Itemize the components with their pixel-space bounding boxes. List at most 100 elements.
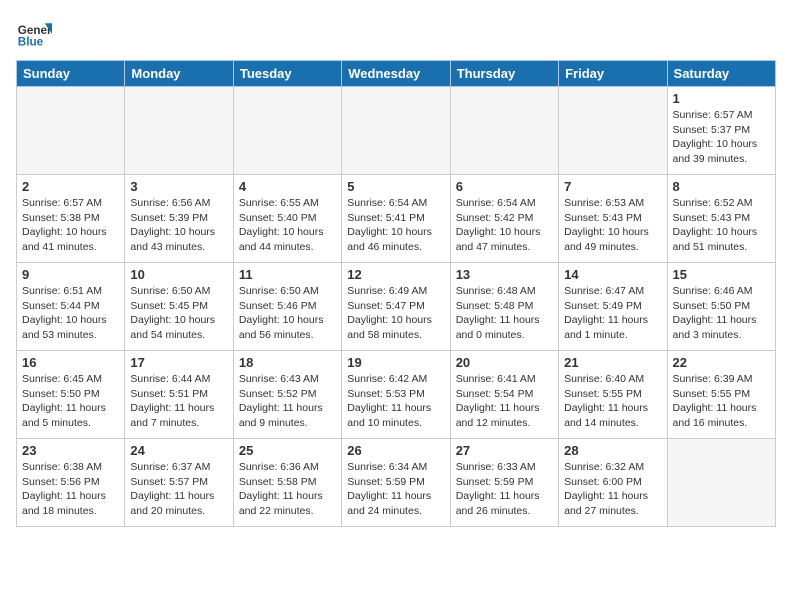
calendar-cell: 9 Sunrise: 6:51 AM Sunset: 5:44 PM Daylig… xyxy=(17,263,125,351)
weekday-header-row: SundayMondayTuesdayWednesdayThursdayFrid… xyxy=(17,61,776,87)
calendar-cell: 13 Sunrise: 6:48 AM Sunset: 5:48 PM Dayli… xyxy=(450,263,558,351)
weekday-header-thursday: Thursday xyxy=(450,61,558,87)
logo: General Blue xyxy=(16,16,56,52)
calendar-cell xyxy=(450,87,558,175)
calendar-cell xyxy=(667,439,775,527)
day-info: Sunrise: 6:39 AM Sunset: 5:55 PM Dayligh… xyxy=(673,372,770,431)
calendar-cell: 14 Sunrise: 6:47 AM Sunset: 5:49 PM Dayli… xyxy=(559,263,667,351)
calendar-cell: 5 Sunrise: 6:54 AM Sunset: 5:41 PM Daylig… xyxy=(342,175,450,263)
day-number: 10 xyxy=(130,267,227,282)
day-info: Sunrise: 6:45 AM Sunset: 5:50 PM Dayligh… xyxy=(22,372,119,431)
calendar-cell: 26Sunrise: 6:34 AM Sunset: 5:59 PM Dayli… xyxy=(342,439,450,527)
weekday-header-sunday: Sunday xyxy=(17,61,125,87)
calendar-cell: 24 Sunrise: 6:37 AM Sunset: 5:57 PM Dayli… xyxy=(125,439,233,527)
day-number: 1 xyxy=(673,91,770,106)
day-number: 27 xyxy=(456,443,553,458)
calendar-cell: 12 Sunrise: 6:49 AM Sunset: 5:47 PM Dayli… xyxy=(342,263,450,351)
day-number: 12 xyxy=(347,267,444,282)
calendar-cell xyxy=(233,87,341,175)
day-number: 3 xyxy=(130,179,227,194)
day-info: Sunrise: 6:50 AM Sunset: 5:45 PM Dayligh… xyxy=(130,284,227,343)
calendar-cell: 1Sunrise: 6:57 AM Sunset: 5:37 PM Daylig… xyxy=(667,87,775,175)
calendar-cell: 25Sunrise: 6:36 AM Sunset: 5:58 PM Dayli… xyxy=(233,439,341,527)
day-info: Sunrise: 6:38 AM Sunset: 5:56 PM Dayligh… xyxy=(22,460,119,519)
calendar-cell: 2 Sunrise: 6:57 AM Sunset: 5:38 PM Daylig… xyxy=(17,175,125,263)
calendar-cell: 4 Sunrise: 6:55 AM Sunset: 5:40 PM Daylig… xyxy=(233,175,341,263)
calendar-cell xyxy=(125,87,233,175)
day-number: 4 xyxy=(239,179,336,194)
calendar-cell xyxy=(17,87,125,175)
day-number: 2 xyxy=(22,179,119,194)
calendar-cell: 21 Sunrise: 6:40 AM Sunset: 5:55 PM Dayli… xyxy=(559,351,667,439)
day-info: Sunrise: 6:33 AM Sunset: 5:59 PM Dayligh… xyxy=(456,460,553,519)
calendar-cell xyxy=(559,87,667,175)
calendar-cell: 3 Sunrise: 6:56 AM Sunset: 5:39 PM Daylig… xyxy=(125,175,233,263)
day-info: Sunrise: 6:53 AM Sunset: 5:43 PM Dayligh… xyxy=(564,196,661,255)
calendar-cell: 10 Sunrise: 6:50 AM Sunset: 5:45 PM Dayli… xyxy=(125,263,233,351)
weekday-header-tuesday: Tuesday xyxy=(233,61,341,87)
calendar-week-row: 1Sunrise: 6:57 AM Sunset: 5:37 PM Daylig… xyxy=(17,87,776,175)
logo-icon: General Blue xyxy=(16,16,52,52)
calendar-table: SundayMondayTuesdayWednesdayThursdayFrid… xyxy=(16,60,776,527)
day-number: 20 xyxy=(456,355,553,370)
day-info: Sunrise: 6:32 AM Sunset: 6:00 PM Dayligh… xyxy=(564,460,661,519)
calendar-cell: 7 Sunrise: 6:53 AM Sunset: 5:43 PM Daylig… xyxy=(559,175,667,263)
day-info: Sunrise: 6:50 AM Sunset: 5:46 PM Dayligh… xyxy=(239,284,336,343)
page-header: General Blue xyxy=(16,16,776,52)
day-info: Sunrise: 6:52 AM Sunset: 5:43 PM Dayligh… xyxy=(673,196,770,255)
day-info: Sunrise: 6:48 AM Sunset: 5:48 PM Dayligh… xyxy=(456,284,553,343)
day-number: 15 xyxy=(673,267,770,282)
day-number: 17 xyxy=(130,355,227,370)
day-number: 21 xyxy=(564,355,661,370)
day-number: 13 xyxy=(456,267,553,282)
day-number: 14 xyxy=(564,267,661,282)
day-info: Sunrise: 6:40 AM Sunset: 5:55 PM Dayligh… xyxy=(564,372,661,431)
svg-text:Blue: Blue xyxy=(18,36,44,49)
day-info: Sunrise: 6:43 AM Sunset: 5:52 PM Dayligh… xyxy=(239,372,336,431)
calendar-cell: 22 Sunrise: 6:39 AM Sunset: 5:55 PM Dayli… xyxy=(667,351,775,439)
calendar-cell: 6Sunrise: 6:54 AM Sunset: 5:42 PM Daylig… xyxy=(450,175,558,263)
day-number: 8 xyxy=(673,179,770,194)
calendar-cell: 18Sunrise: 6:43 AM Sunset: 5:52 PM Dayli… xyxy=(233,351,341,439)
day-number: 9 xyxy=(22,267,119,282)
day-info: Sunrise: 6:51 AM Sunset: 5:44 PM Dayligh… xyxy=(22,284,119,343)
day-number: 5 xyxy=(347,179,444,194)
day-info: Sunrise: 6:55 AM Sunset: 5:40 PM Dayligh… xyxy=(239,196,336,255)
day-info: Sunrise: 6:49 AM Sunset: 5:47 PM Dayligh… xyxy=(347,284,444,343)
day-info: Sunrise: 6:54 AM Sunset: 5:41 PM Dayligh… xyxy=(347,196,444,255)
day-info: Sunrise: 6:37 AM Sunset: 5:57 PM Dayligh… xyxy=(130,460,227,519)
day-number: 26 xyxy=(347,443,444,458)
calendar-cell: 20 Sunrise: 6:41 AM Sunset: 5:54 PM Dayli… xyxy=(450,351,558,439)
calendar-cell: 11 Sunrise: 6:50 AM Sunset: 5:46 PM Dayli… xyxy=(233,263,341,351)
day-info: Sunrise: 6:36 AM Sunset: 5:58 PM Dayligh… xyxy=(239,460,336,519)
calendar-cell: 28 Sunrise: 6:32 AM Sunset: 6:00 PM Dayli… xyxy=(559,439,667,527)
calendar-cell: 16 Sunrise: 6:45 AM Sunset: 5:50 PM Dayli… xyxy=(17,351,125,439)
weekday-header-saturday: Saturday xyxy=(667,61,775,87)
calendar-week-row: 16 Sunrise: 6:45 AM Sunset: 5:50 PM Dayli… xyxy=(17,351,776,439)
day-number: 6 xyxy=(456,179,553,194)
calendar-cell: 15 Sunrise: 6:46 AM Sunset: 5:50 PM Dayli… xyxy=(667,263,775,351)
day-number: 24 xyxy=(130,443,227,458)
calendar-week-row: 23 Sunrise: 6:38 AM Sunset: 5:56 PM Dayli… xyxy=(17,439,776,527)
day-number: 22 xyxy=(673,355,770,370)
day-number: 23 xyxy=(22,443,119,458)
calendar-week-row: 9 Sunrise: 6:51 AM Sunset: 5:44 PM Daylig… xyxy=(17,263,776,351)
day-info: Sunrise: 6:41 AM Sunset: 5:54 PM Dayligh… xyxy=(456,372,553,431)
day-number: 11 xyxy=(239,267,336,282)
day-info: Sunrise: 6:47 AM Sunset: 5:49 PM Dayligh… xyxy=(564,284,661,343)
calendar-week-row: 2 Sunrise: 6:57 AM Sunset: 5:38 PM Daylig… xyxy=(17,175,776,263)
day-info: Sunrise: 6:46 AM Sunset: 5:50 PM Dayligh… xyxy=(673,284,770,343)
day-number: 16 xyxy=(22,355,119,370)
weekday-header-monday: Monday xyxy=(125,61,233,87)
calendar-cell: 27 Sunrise: 6:33 AM Sunset: 5:59 PM Dayli… xyxy=(450,439,558,527)
day-number: 7 xyxy=(564,179,661,194)
day-info: Sunrise: 6:56 AM Sunset: 5:39 PM Dayligh… xyxy=(130,196,227,255)
weekday-header-friday: Friday xyxy=(559,61,667,87)
weekday-header-wednesday: Wednesday xyxy=(342,61,450,87)
day-info: Sunrise: 6:57 AM Sunset: 5:38 PM Dayligh… xyxy=(22,196,119,255)
day-info: Sunrise: 6:42 AM Sunset: 5:53 PM Dayligh… xyxy=(347,372,444,431)
day-number: 28 xyxy=(564,443,661,458)
calendar-cell: 23 Sunrise: 6:38 AM Sunset: 5:56 PM Dayli… xyxy=(17,439,125,527)
day-info: Sunrise: 6:44 AM Sunset: 5:51 PM Dayligh… xyxy=(130,372,227,431)
day-number: 19 xyxy=(347,355,444,370)
